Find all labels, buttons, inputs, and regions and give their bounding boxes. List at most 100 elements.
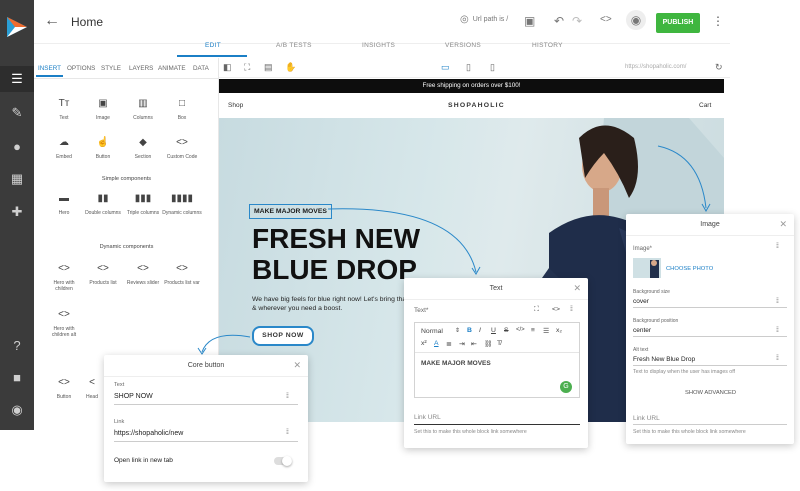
align-icon[interactable]: ≣ — [446, 340, 452, 348]
insert-button-component[interactable]: <> Button — [44, 376, 84, 400]
editor-content[interactable]: MAKE MAJOR MOVES — [421, 360, 491, 367]
insert-hero-with-children[interactable]: <> Hero with children — [44, 262, 84, 292]
insert-double-columns[interactable]: ▮▮ Double columns — [83, 192, 123, 216]
insert-columns[interactable]: ▥ Columns — [123, 97, 163, 121]
back-arrow-icon[interactable]: ← — [44, 12, 60, 30]
apps-icon[interactable]: ▦ — [8, 170, 26, 188]
drag-handle-icon[interactable]: ⁞⁞ — [776, 327, 779, 334]
drag-handle-icon[interactable]: ⁞⁞ — [776, 355, 779, 362]
drag-hand-icon[interactable]: ✋ — [285, 62, 296, 73]
insert-hero[interactable]: ▬ Hero — [44, 192, 84, 216]
choose-photo-button[interactable]: CHOOSE PHOTO — [666, 266, 713, 272]
button-text-field[interactable]: SHOP NOW — [114, 393, 153, 400]
url-path-indicator[interactable]: ◎ Url path is / — [460, 14, 508, 25]
subscript-icon[interactable]: x₂ — [556, 327, 562, 334]
link-icon[interactable]: ⛓ — [484, 340, 493, 348]
insert-box[interactable]: □ Box — [162, 97, 202, 121]
insert-button[interactable]: ☝ Button — [83, 136, 123, 160]
plugin-icon[interactable]: ✚ — [8, 203, 26, 221]
magic-wand-icon[interactable]: ✎ — [8, 104, 26, 122]
more-menu-icon[interactable]: ⋮ — [712, 14, 724, 28]
insert-image[interactable]: ▣ Image — [83, 97, 123, 121]
close-icon[interactable]: ✕ — [293, 360, 301, 371]
ordered-list-icon[interactable]: ≡ — [531, 327, 535, 334]
chevron-updown-icon[interactable]: ⇕ — [455, 327, 460, 334]
strike-icon[interactable]: S — [504, 327, 509, 334]
insert-section[interactable]: ◆ Section — [123, 136, 163, 160]
desktop-view-icon[interactable]: ▭ — [441, 62, 450, 73]
code-icon[interactable]: <> — [600, 14, 612, 25]
text-color-icon[interactable]: A — [434, 340, 439, 347]
close-icon[interactable]: ✕ — [573, 283, 581, 294]
redo-icon[interactable]: ↷ — [572, 14, 582, 28]
hero-subtext[interactable]: We have big feels for blue right now! Le… — [252, 295, 427, 313]
bullet-list-icon[interactable]: ☰ — [543, 327, 549, 335]
insert-products-list-var[interactable]: <> Products list var — [162, 262, 202, 286]
format-select[interactable]: Normal — [421, 328, 443, 335]
insert-products-list[interactable]: <> Products list — [83, 262, 123, 286]
insert-triple-columns[interactable]: ▮▮▮ Triple columns — [123, 192, 163, 216]
pages-icon[interactable]: ☰ — [8, 70, 26, 88]
refresh-icon[interactable]: ↻ — [715, 62, 723, 73]
preview-eye-icon[interactable]: ◉ — [626, 10, 646, 30]
toggle-panel-icon[interactable]: ◧ — [223, 62, 232, 73]
bold-icon[interactable]: B — [467, 327, 472, 334]
link-url-input[interactable]: Link URL — [414, 414, 441, 421]
rich-text-editor[interactable]: Normal ⇕ B I U S </> ≡ ☰ x₂ x² A ≣ ⇥ ⇤ ⛓… — [414, 322, 580, 398]
insert-custom-code[interactable]: <> Custom Code — [162, 136, 202, 160]
tab-history[interactable]: HISTORY — [532, 42, 563, 49]
help-icon[interactable]: ? — [8, 337, 26, 355]
calendar-icon[interactable]: ▣ — [524, 14, 535, 28]
nav-shop-link[interactable]: Shop — [228, 102, 243, 109]
hero-badge[interactable]: MAKE MAJOR MOVES — [249, 204, 332, 219]
analytics-icon[interactable]: ● — [8, 138, 26, 156]
insert-reviews-slider[interactable]: <> Reviews slider — [123, 262, 163, 286]
outdent-icon[interactable]: ⇤ — [471, 340, 477, 348]
nav-cart-link[interactable]: Cart — [699, 102, 711, 109]
publish-button[interactable]: PUBLISH — [656, 13, 700, 33]
insert-header-component[interactable]: < Head — [83, 376, 101, 400]
insert-dynamic-columns[interactable]: ▮▮▮▮ Dynamic columns — [162, 192, 202, 216]
panel-tab-style[interactable]: STYLE — [101, 65, 121, 72]
superscript-icon[interactable]: x² — [421, 340, 427, 347]
insert-embed[interactable]: ☁ Embed — [44, 136, 84, 160]
insert-text[interactable]: Tт Text — [44, 97, 84, 121]
insert-hero-with-children-alt[interactable]: <> Hero with children alt — [44, 308, 84, 338]
panel-tab-animate[interactable]: ANIMATE — [158, 65, 186, 72]
italic-icon[interactable]: I — [479, 327, 481, 334]
image-link-url-input[interactable]: Link URL — [633, 415, 660, 422]
drag-handle-icon[interactable]: ⁞⁞ — [776, 298, 779, 305]
tab-versions[interactable]: VERSIONS — [445, 42, 481, 49]
clear-format-icon[interactable]: T̸ — [497, 340, 501, 347]
indent-icon[interactable]: ⇥ — [459, 340, 465, 348]
panel-tab-layers[interactable]: LAYERS — [129, 65, 153, 72]
panel-tab-data[interactable]: DATA — [193, 65, 209, 72]
underline-icon[interactable]: U — [491, 327, 496, 334]
mobile-view-icon[interactable]: ▯ — [490, 62, 495, 73]
tab-edit[interactable]: EDIT — [205, 42, 221, 49]
undo-icon[interactable]: ↶ — [554, 14, 564, 28]
button-link-field[interactable]: https://shopaholic/new — [114, 430, 183, 437]
code-inline-icon[interactable]: </> — [516, 327, 525, 333]
tab-insights[interactable]: INSIGHTS — [362, 42, 395, 49]
announcement-icon[interactable]: ■ — [8, 369, 26, 387]
bg-position-select[interactable]: center — [633, 327, 651, 334]
drag-handle-icon[interactable]: ⁞⁞ — [776, 243, 779, 250]
expand-icon[interactable]: ⛶ — [534, 306, 539, 314]
hero-headline[interactable]: FRESH NEW BLUE DROP — [252, 223, 512, 285]
new-tab-toggle[interactable] — [274, 456, 292, 466]
account-icon[interactable]: ◉ — [8, 401, 26, 419]
drag-handle-icon[interactable]: ⁞⁞ — [286, 429, 289, 436]
tab-ab-tests[interactable]: A/B TESTS — [276, 42, 312, 49]
code-icon[interactable]: <> — [552, 306, 560, 313]
bg-size-select[interactable]: cover — [633, 298, 649, 305]
panel-tab-options[interactable]: OPTIONS — [67, 65, 95, 72]
drag-handle-icon[interactable]: ⁞⁞ — [286, 393, 289, 400]
fullscreen-icon[interactable]: ⛶ — [244, 62, 250, 73]
grammarly-icon[interactable]: G — [560, 381, 572, 393]
alt-text-input[interactable]: Fresh New Blue Drop — [633, 356, 695, 363]
drag-handle-icon[interactable]: ⁞⁞ — [570, 306, 573, 313]
show-advanced-button[interactable]: SHOW ADVANCED — [685, 390, 736, 396]
grid-icon[interactable]: ▤ — [264, 62, 273, 73]
close-icon[interactable]: ✕ — [779, 219, 787, 230]
